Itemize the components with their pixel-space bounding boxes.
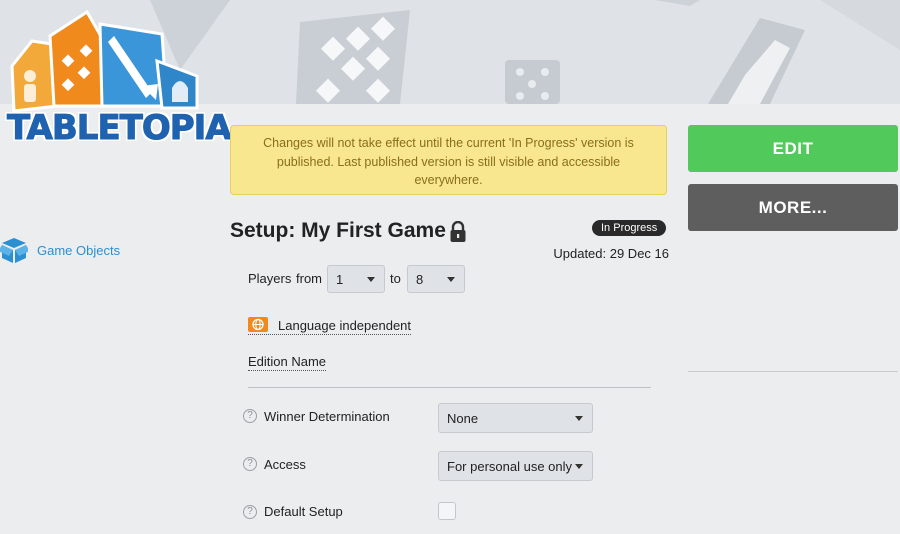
chevron-down-icon xyxy=(367,277,375,282)
logo-wordmark: TABLETOPIA xyxy=(7,108,233,149)
edit-button[interactable]: EDIT xyxy=(688,125,898,172)
lock-icon[interactable] xyxy=(449,221,467,243)
default-setup-checkbox[interactable] xyxy=(438,502,456,520)
help-icon[interactable]: ? xyxy=(243,409,257,423)
more-button[interactable]: MORE... xyxy=(688,184,898,231)
page-title: Setup: My First Game xyxy=(230,219,446,242)
access-select[interactable]: For personal use only xyxy=(438,451,593,481)
players-from-select[interactable]: 1 xyxy=(327,265,385,293)
sidebar-item-label: Game Objects xyxy=(37,242,121,258)
updated-date: Updated: 29 Dec 16 xyxy=(553,246,669,261)
help-icon[interactable]: ? xyxy=(243,457,257,471)
chevron-down-icon xyxy=(447,277,455,282)
box-icon xyxy=(0,238,28,263)
players-to-value: 8 xyxy=(416,271,424,287)
winner-label: Winner Determination xyxy=(264,409,390,424)
chevron-down-icon xyxy=(575,464,583,469)
players-to-select[interactable]: 8 xyxy=(407,265,465,293)
winner-select[interactable]: None xyxy=(438,403,593,433)
help-icon[interactable]: ? xyxy=(243,505,257,519)
default-setup-label: Default Setup xyxy=(264,504,343,519)
divider xyxy=(688,371,898,372)
to-label: to xyxy=(390,271,401,286)
status-badge: In Progress xyxy=(592,220,667,236)
edition-name-field[interactable]: Edition Name xyxy=(248,354,327,371)
section-divider xyxy=(248,387,651,388)
players-label: Players xyxy=(248,271,292,286)
winner-value: None xyxy=(447,410,479,426)
unpublished-notice: Changes will not take effect until the c… xyxy=(230,125,667,195)
access-value: For personal use only xyxy=(447,458,573,474)
players-from-value: 1 xyxy=(336,271,344,287)
chevron-down-icon xyxy=(575,416,583,421)
access-label: Access xyxy=(264,457,306,472)
from-label: from xyxy=(296,271,322,286)
language-link[interactable]: Language independent xyxy=(248,318,412,335)
sidebar-item-game-objects[interactable]: Game Objects xyxy=(0,236,120,264)
